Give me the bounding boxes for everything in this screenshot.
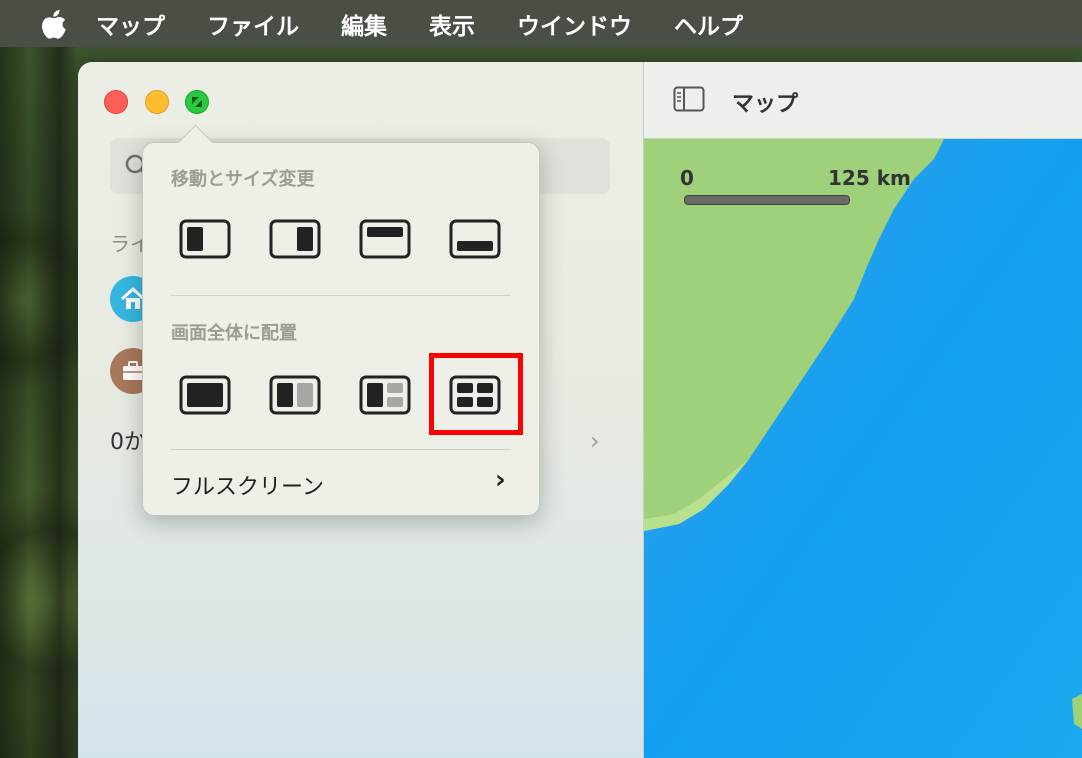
popover-divider	[171, 449, 511, 450]
chevron-right-icon[interactable]: ›	[495, 465, 506, 495]
split-two-icon	[269, 375, 321, 415]
menu-file[interactable]: ファイル	[207, 7, 299, 41]
left-half-button[interactable]	[179, 219, 231, 259]
full-window-icon	[179, 375, 231, 415]
map-area: マップ 0 125 km	[644, 62, 1082, 758]
right-half-icon	[269, 219, 321, 259]
zoom-button[interactable]	[185, 90, 209, 114]
map-canvas[interactable]	[644, 139, 1082, 758]
menu-edit[interactable]: 編集	[341, 7, 387, 41]
top-half-button[interactable]	[359, 219, 411, 259]
bottom-half-icon	[449, 219, 501, 259]
recents-count-text: 0か	[110, 430, 146, 455]
scale-bar	[684, 195, 850, 205]
menu-view[interactable]: 表示	[429, 7, 475, 41]
window-title: マップ	[732, 92, 799, 117]
fill-arrange-heading: 画面全体に配置	[171, 323, 297, 344]
chevron-right-icon[interactable]: ›	[590, 427, 600, 455]
move-resize-heading: 移動とサイズ変更	[171, 169, 315, 190]
sidebar-toggle-icon[interactable]	[673, 86, 705, 112]
full-window-button[interactable]	[179, 375, 231, 415]
close-button[interactable]	[104, 90, 128, 114]
bottom-half-button[interactable]	[449, 219, 501, 259]
split-two-button[interactable]	[269, 375, 321, 415]
split-three-icon	[359, 375, 411, 415]
fullscreen-menu-item[interactable]: フルスクリーン	[171, 469, 324, 501]
left-half-icon	[179, 219, 231, 259]
menu-maps[interactable]: マップ	[96, 7, 165, 41]
menu-window[interactable]: ウインドウ	[517, 7, 632, 41]
minimize-button[interactable]	[145, 90, 169, 114]
toolbar: マップ	[644, 62, 1082, 139]
highlight-box	[429, 353, 523, 435]
popover-divider	[171, 295, 511, 296]
menu-bar: マップ ファイル 編集 表示 ウインドウ ヘルプ	[0, 0, 1082, 47]
top-half-icon	[359, 219, 411, 259]
apple-logo-icon[interactable]	[40, 8, 68, 40]
split-three-button[interactable]	[359, 375, 411, 415]
menu-help[interactable]: ヘルプ	[674, 7, 743, 41]
right-half-button[interactable]	[269, 219, 321, 259]
scale-distance-label: 125 km	[828, 166, 911, 190]
zoom-arrows-icon	[192, 97, 202, 107]
window-tiling-popover: 移動とサイズ変更 画面全体に配置 フルスクリーン ›	[142, 124, 540, 516]
scale-start-label: 0	[680, 166, 694, 190]
